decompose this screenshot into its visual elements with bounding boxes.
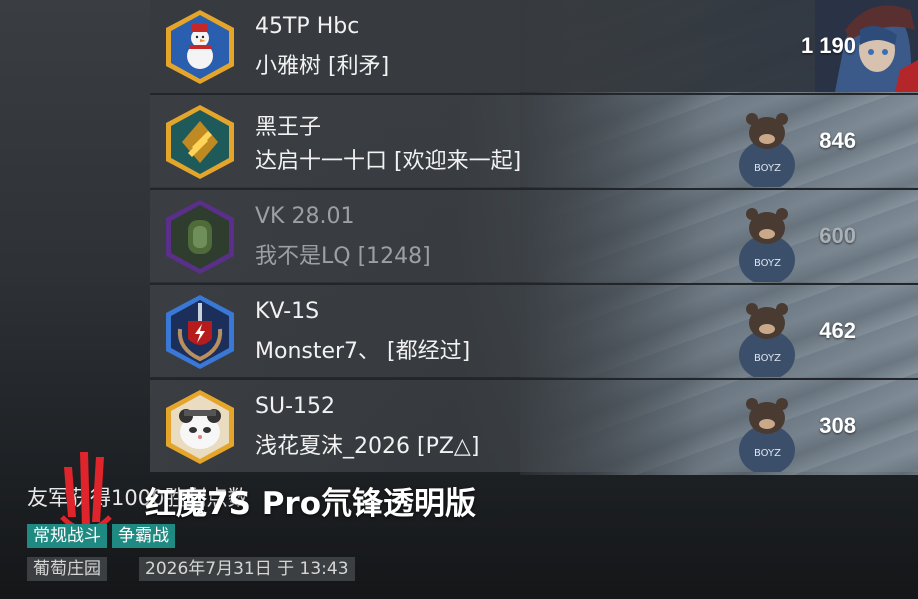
player-name: 45TP Hbc [255,14,360,39]
player-clan: Monster7、 [都经过] [255,339,471,364]
svg-text:BOYZ: BOYZ [754,353,781,364]
gold-chevron-badge-icon [166,105,234,179]
player-score: 600 [819,223,856,248]
svg-text:BOYZ: BOYZ [754,258,781,269]
player-row[interactable]: BOYZ VK 28.01 我不是LQ [1248] 600 [150,190,918,282]
battle-mode-tag: 常规战斗 [27,524,107,548]
device-watermark: 红魔7S Pro氘锋透明版 [145,486,476,522]
player-avatar [164,198,236,276]
player-row[interactable]: 45TP Hbc 小雅树 [利矛] 1 190 [150,0,918,92]
panda-cat-badge-icon [166,390,234,464]
player-avatar [164,103,236,181]
player-clan: 达启十一十口 [欢迎来一起] [255,149,522,174]
player-clan: 浅花夏沫_2026 [PZ△] [255,434,480,459]
player-name: VK 28.01 [255,204,355,229]
battle-type-tag: 争霸战 [112,524,175,548]
player-row[interactable]: BOYZ KV-1S Monster7、 [都经过] 462 [150,285,918,377]
player-avatar [164,8,236,86]
team-mascot: BOYZ [722,95,812,187]
battle-results-screen: 45TP Hbc 小雅树 [利矛] 1 190 BOYZ 黑王子 达启十一十口 … [0,0,918,599]
svg-text:BOYZ: BOYZ [754,448,781,459]
player-name: SU-152 [255,394,335,419]
player-clan: 我不是LQ [1248] [255,244,431,269]
player-name: 黑王子 [255,115,322,140]
svg-text:BOYZ: BOYZ [754,163,781,174]
lightning-shield-badge-icon [166,295,234,369]
battle-datetime: 2026年7月31日 于 13:43 [139,557,355,581]
player-row[interactable]: BOYZ 黑王子 达启十一十口 [欢迎来一起] 846 [150,95,918,187]
player-avatar [164,388,236,466]
player-score: 308 [819,413,856,438]
player-avatar [164,293,236,371]
map-name: 葡萄庄园 [27,557,107,581]
player-name: KV-1S [255,299,320,324]
player-score: 846 [819,128,856,153]
team-mascot: BOYZ [722,190,812,282]
snowman-badge-icon [166,10,234,84]
team-mascot: BOYZ [722,380,812,472]
player-score: 1 190 [800,33,856,58]
player-clan: 小雅树 [利矛] [255,54,390,79]
player-row[interactable]: BOYZ SU-152 浅花夏沫_2026 [PZ△] 308 [150,380,918,472]
team-mascot: BOYZ [722,285,812,377]
player-score: 462 [819,318,856,343]
forest-shrine-badge-icon [166,200,234,274]
